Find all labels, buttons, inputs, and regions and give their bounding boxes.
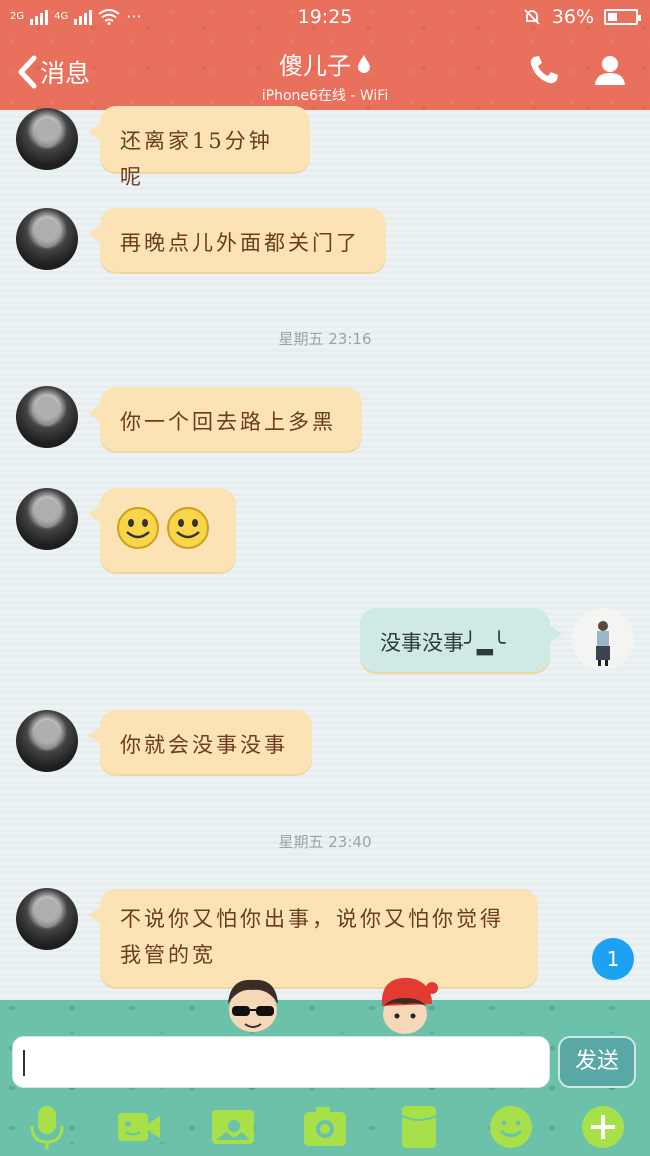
message-text: 你就会没事没事 [120, 733, 288, 757]
flame-icon [358, 55, 370, 73]
message-bubble[interactable]: 还离家15分钟呢 [88, 106, 310, 189]
emoji-bubble[interactable] [88, 488, 236, 572]
message-bubble[interactable]: 你一个回去路上多黑 [88, 387, 362, 451]
battery-fill [608, 13, 618, 21]
message-text-line-1: 不说你又怕你出事，说你又怕你觉得 [120, 907, 504, 931]
message-input[interactable] [12, 1036, 550, 1088]
status-bar: 2G 4G ··· 19:25 36% [0, 0, 650, 34]
chat-area[interactable]: 还离家15分钟呢 再晚点儿外面都关门了 星期五 23:16 你一个回去路上多黑 … [0, 106, 650, 1000]
contact-name: 傻儿子 [279, 52, 351, 80]
avatar[interactable] [16, 710, 78, 772]
toolbar [0, 1104, 650, 1152]
online-status: iPhone6在线 - WiFi [261, 88, 389, 104]
message-bubble-outgoing[interactable]: 没事没事╯▂╰ [360, 608, 562, 672]
avatar[interactable] [16, 208, 78, 270]
message-text: 再晚点儿外面都关门了 [120, 231, 360, 255]
top-bar: 2G 4G ··· 19:25 36% 消息 傻儿子 iPhone6在线 - W… [0, 0, 650, 110]
girl-sticker-icon [381, 977, 438, 1034]
avatar[interactable] [16, 108, 78, 170]
emoji-icon[interactable] [488, 1104, 534, 1150]
composer-area: 发送 [0, 977, 650, 1156]
unread-badge[interactable]: 1 [592, 938, 634, 980]
message-bubble[interactable]: 你就会没事没事 [88, 710, 312, 774]
person-illustration-icon [596, 621, 610, 666]
avatar[interactable] [16, 888, 78, 950]
message-text: 没事没事╯▂╰ [380, 631, 506, 655]
message-text-line-2: 我管的宽 [120, 943, 216, 967]
send-button[interactable]: 发送 [558, 1036, 636, 1088]
file-icon[interactable] [396, 1104, 442, 1150]
phone-icon[interactable] [526, 52, 562, 88]
timestamp: 星期五 23:16 [278, 330, 372, 348]
my-avatar[interactable] [572, 608, 634, 670]
camera-icon[interactable] [302, 1104, 348, 1150]
smile-emoji-icon [167, 507, 209, 549]
avatar[interactable] [16, 386, 78, 448]
video-icon[interactable] [116, 1104, 162, 1150]
boy-sticker-icon [228, 979, 278, 1032]
status-right: 36% [522, 6, 641, 28]
mic-icon[interactable] [24, 1104, 70, 1150]
image-icon[interactable] [210, 1104, 256, 1150]
timestamp: 星期五 23:40 [278, 833, 372, 851]
avatar[interactable] [16, 488, 78, 550]
message-text: 你一个回去路上多黑 [120, 410, 336, 434]
smile-emoji-icon [117, 507, 159, 549]
message-bubble[interactable]: 不说你又怕你出事，说你又怕你觉得 我管的宽 [88, 889, 538, 987]
battery-percent: 36% [551, 6, 594, 28]
profile-icon[interactable] [592, 52, 628, 88]
plus-icon[interactable] [580, 1104, 626, 1150]
mute-bell-icon [524, 9, 540, 25]
battery-icon [604, 9, 641, 25]
message-bubble[interactable]: 再晚点儿外面都关门了 [88, 208, 386, 272]
message-text: 还离家15分钟呢 [120, 129, 273, 189]
